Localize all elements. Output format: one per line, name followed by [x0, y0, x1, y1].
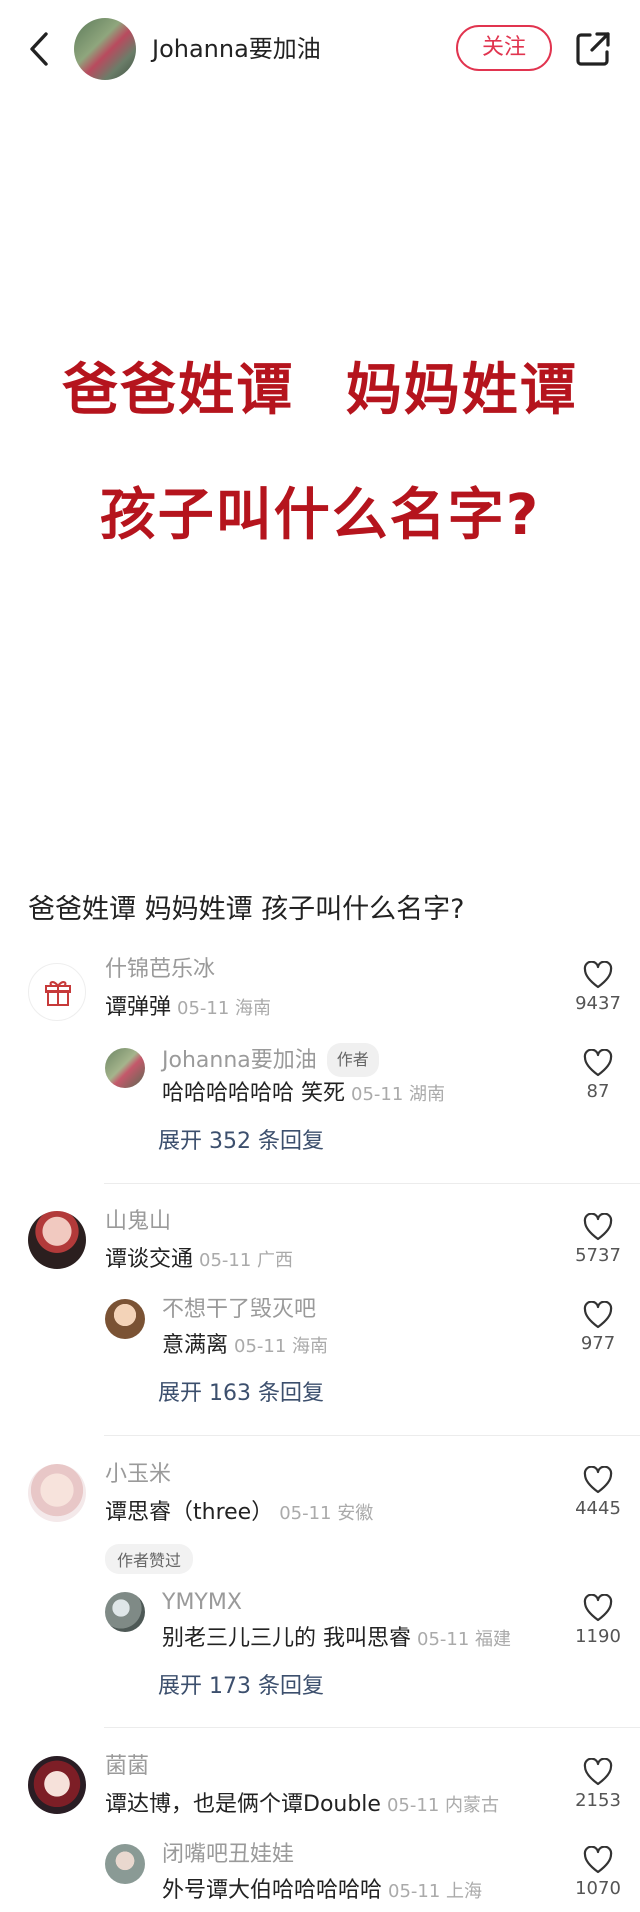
comment-item: 菌菌 谭达博，也是俩个谭Double 05-11 内蒙古 2153 闭嘴吧丑娃娃 … [0, 1752, 640, 1912]
author-avatar[interactable] [74, 18, 136, 80]
comment-content: 谭思睿（three） [105, 1500, 274, 1525]
comment-text: 谭思睿（three） 05-11 安徽 [105, 1498, 373, 1529]
reply-meta: 05-11 海南 [234, 1336, 329, 1357]
expand-replies-link[interactable]: 展开 352 条回复 [158, 1127, 324, 1157]
reply-meta: 05-11 湖南 [351, 1084, 446, 1105]
like-count: 9437 [575, 993, 621, 1014]
reply-content: 意满离 [162, 1333, 229, 1358]
heart-icon [583, 1846, 613, 1874]
divider [104, 1435, 640, 1436]
heart-icon [583, 1466, 613, 1494]
author-name[interactable]: Johanna要加油 [152, 32, 321, 66]
like-count: 2153 [575, 1790, 621, 1811]
like-count: 4445 [575, 1498, 621, 1519]
replier-name[interactable]: YMYMX [162, 1588, 242, 1618]
back-arrow-icon[interactable] [26, 30, 56, 68]
comment-content: 谭谈交通 [105, 1247, 194, 1272]
image-headline-line1: 爸爸姓谭 妈妈姓谭 [62, 358, 578, 423]
like-count: 977 [580, 1333, 616, 1354]
commenter-avatar[interactable] [28, 1211, 86, 1269]
top-bar: Johanna要加油 关注 [0, 0, 640, 98]
commenter-name[interactable]: 山鬼山 [105, 1207, 171, 1237]
comment-meta: 05-11 安徽 [279, 1503, 374, 1524]
comment-content: 谭弹弹 [105, 995, 172, 1020]
heart-icon [583, 1594, 613, 1622]
commenter-name[interactable]: 什锦芭乐冰 [105, 955, 215, 985]
like-button[interactable]: 4445 [568, 1466, 628, 1519]
commenter-avatar[interactable] [28, 963, 86, 1021]
reply-like-button[interactable]: 1070 [568, 1846, 628, 1899]
heart-icon [583, 961, 613, 989]
replier-avatar[interactable] [105, 1592, 145, 1632]
expand-replies-link[interactable]: 展开 163 条回复 [158, 1379, 324, 1409]
share-icon[interactable] [574, 30, 612, 68]
commenter-name[interactable]: 菌菌 [105, 1752, 149, 1782]
comment-text: 谭谈交通 05-11 广西 [105, 1245, 293, 1276]
comment-item: 什锦芭乐冰 谭弹弹 05-11 海南 9437 Johanna要加油 作者 哈哈哈哈… [0, 955, 640, 1185]
replier-avatar[interactable] [105, 1048, 145, 1088]
reply-content: 哈哈哈哈哈哈 笑死 [162, 1081, 345, 1106]
reply-text: 别老三儿三儿的 我叫思睿 05-11 福建 [162, 1624, 511, 1655]
replier-name[interactable]: 闭嘴吧丑娃娃 [162, 1840, 294, 1870]
reply-text: 意满离 05-11 海南 [162, 1331, 328, 1362]
heart-icon [583, 1049, 613, 1077]
heart-icon [583, 1301, 613, 1329]
post-title: 爸爸姓谭 妈妈姓谭 孩子叫什么名字? [28, 894, 465, 925]
reply-text: 外号谭大伯哈哈哈哈哈 05-11 上海 [162, 1876, 482, 1907]
comment-meta: 05-11 广西 [199, 1250, 294, 1271]
reply-like-button[interactable]: 977 [568, 1301, 628, 1354]
comment-meta: 05-11 海南 [177, 998, 272, 1019]
like-button[interactable]: 2153 [568, 1758, 628, 1811]
reply-meta: 05-11 上海 [388, 1881, 483, 1902]
like-button[interactable]: 5737 [568, 1213, 628, 1266]
like-count: 1070 [575, 1878, 621, 1899]
reply-text: 哈哈哈哈哈哈 笑死 05-11 湖南 [162, 1079, 445, 1110]
author-liked-tag: 作者赞过 [105, 1544, 194, 1574]
reply-meta: 05-11 福建 [417, 1629, 512, 1650]
comment-item: 小玉米 谭思睿（three） 05-11 安徽 作者赞过 4445 YMYMX 别… [0, 1460, 640, 1730]
like-count: 5737 [575, 1245, 621, 1266]
follow-button[interactable]: 关注 [456, 25, 552, 71]
post-image[interactable]: 爸爸姓谭 妈妈姓谭 孩子叫什么名字? [0, 98, 640, 868]
replier-name-row: Johanna要加油 作者 [162, 1043, 379, 1077]
reply-content: 外号谭大伯哈哈哈哈哈 [162, 1878, 383, 1903]
comment-text: 谭达博，也是俩个谭Double 05-11 内蒙古 [105, 1790, 499, 1821]
like-button[interactable]: 9437 [568, 961, 628, 1014]
reply-content: 别老三儿三儿的 我叫思睿 [162, 1626, 411, 1651]
like-count: 1190 [575, 1626, 621, 1647]
heart-icon [583, 1213, 613, 1241]
divider [104, 1183, 640, 1184]
comment-meta: 05-11 内蒙古 [386, 1795, 499, 1816]
replier-avatar[interactable] [105, 1844, 145, 1884]
comment-item: 山鬼山 谭谈交通 05-11 广西 5737 不想干了毁灭吧 意满离 05-11 海… [0, 1207, 640, 1437]
replier-name[interactable]: Johanna要加油 [162, 1048, 317, 1073]
commenter-avatar[interactable] [28, 1756, 86, 1814]
divider [104, 1727, 640, 1728]
author-tag: 作者 [326, 1043, 379, 1077]
replier-name[interactable]: 不想干了毁灭吧 [162, 1295, 316, 1325]
image-headline-line2: 孩子叫什么名字? [99, 483, 541, 548]
heart-icon [583, 1758, 613, 1786]
gift-icon [45, 981, 71, 1006]
like-count: 87 [586, 1081, 610, 1102]
commenter-name[interactable]: 小玉米 [105, 1460, 171, 1490]
reply-like-button[interactable]: 87 [568, 1049, 628, 1102]
commenter-avatar[interactable] [28, 1464, 86, 1522]
replier-avatar[interactable] [105, 1299, 145, 1339]
reply-like-button[interactable]: 1190 [568, 1594, 628, 1647]
comment-text: 谭弹弹 05-11 海南 [105, 993, 271, 1024]
expand-replies-link[interactable]: 展开 173 条回复 [158, 1672, 324, 1702]
comment-content: 谭达博，也是俩个谭Double [105, 1792, 381, 1817]
